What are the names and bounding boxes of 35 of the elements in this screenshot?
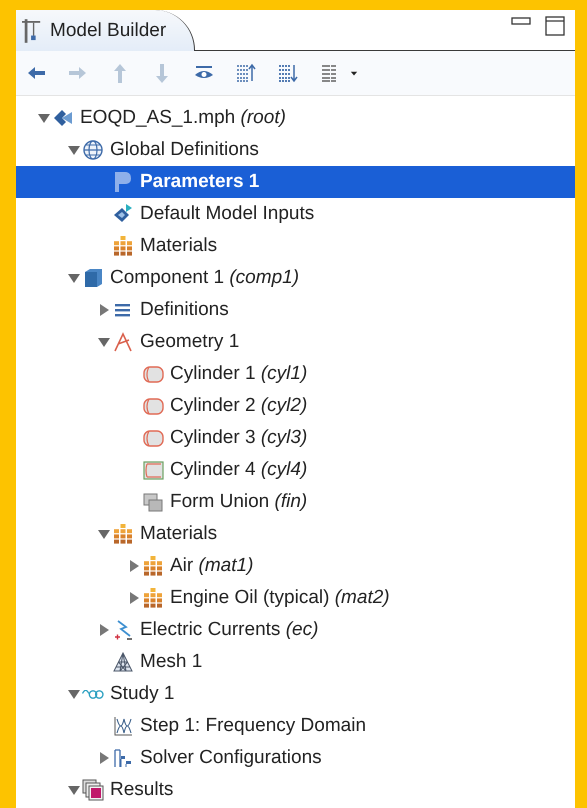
minimize-icon[interactable]: [511, 16, 531, 26]
lightning-icon: [112, 619, 134, 641]
globe-icon: [82, 139, 104, 161]
tree-item[interactable]: Materials: [16, 230, 575, 262]
tree-item[interactable]: Cylinder 3 (cyl3): [16, 422, 575, 454]
compass-icon: [112, 331, 134, 353]
tree-item[interactable]: Cylinder 2 (cyl2): [16, 390, 575, 422]
cube-icon: [82, 267, 104, 289]
wave-icon: [82, 690, 104, 698]
cylinder-icon: [142, 459, 164, 481]
tree-item[interactable]: Electric Currents (ec): [16, 614, 575, 646]
maximize-icon[interactable]: [545, 16, 565, 36]
tree-item[interactable]: Cylinder 1 (cyl1): [16, 358, 575, 390]
mesh-icon: [112, 651, 134, 673]
tree-item[interactable]: Form Union (fin): [16, 486, 575, 518]
tree-item[interactable]: Materials: [16, 518, 575, 550]
tree-item[interactable]: Engine Oil (typical) (mat2): [16, 582, 575, 614]
tree-item[interactable]: Global Definitions: [16, 134, 575, 166]
tree-item[interactable]: Solver Configurations: [16, 742, 575, 774]
tree-item[interactable]: Study 1: [16, 678, 575, 710]
union-icon: [142, 491, 164, 513]
tree-item[interactable]: Results: [16, 774, 575, 806]
tree-item[interactable]: Component 1 (comp1): [16, 262, 575, 294]
tree-item[interactable]: Geometry 1: [16, 326, 575, 358]
tree-item[interactable]: Default Model Inputs: [16, 198, 575, 230]
tree-item[interactable]: Air (mat1): [16, 550, 575, 582]
tree-item[interactable]: Step 1: Frequency Domain: [16, 710, 575, 742]
tree-item[interactable]: Definitions: [16, 294, 575, 326]
waveform-icon: [112, 715, 134, 737]
tree-item[interactable]: Parameters 1: [16, 166, 575, 198]
tree-item[interactable]: Cylinder 4 (cyl4): [16, 454, 575, 486]
tree-item[interactable]: Mesh 1: [16, 646, 575, 678]
panel-title: Model Builder: [50, 20, 166, 42]
tree-item[interactable]: EOQD_AS_1.mph (root): [16, 102, 575, 134]
model-builder-tab[interactable]: Model Builder: [16, 10, 196, 51]
